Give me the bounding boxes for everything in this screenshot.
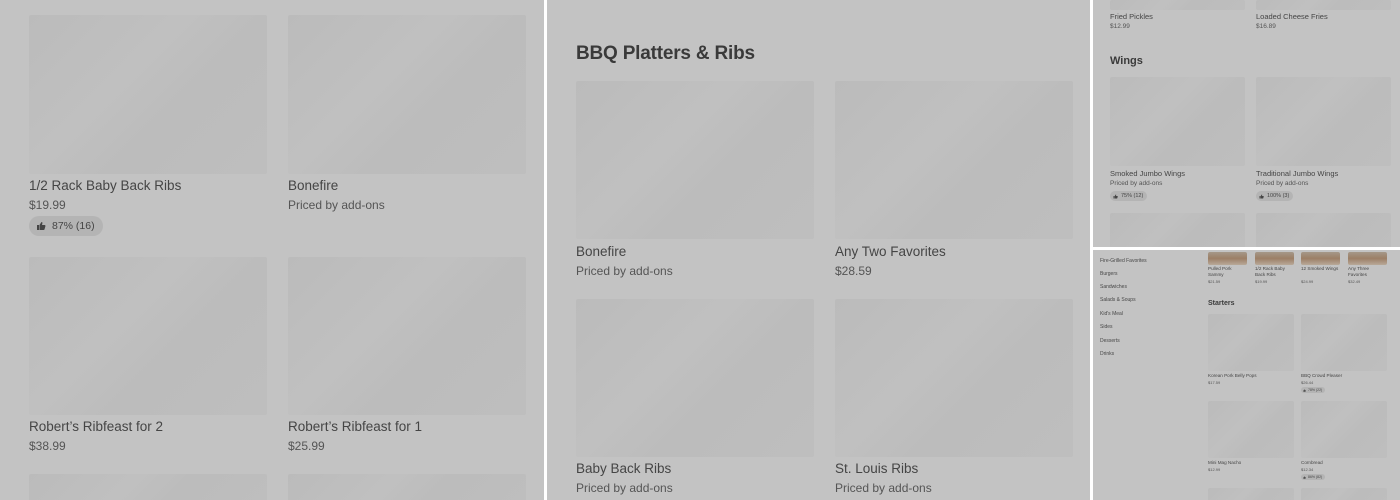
rating-badge: 78% (22) [1301, 387, 1326, 393]
item-image[interactable] [1256, 77, 1391, 166]
item-name[interactable]: BBQ Crowd Pleaser [1301, 373, 1342, 378]
item-image[interactable] [288, 257, 526, 415]
item-name[interactable]: Robert’s Ribfeast for 2 [29, 419, 163, 434]
item-name[interactable]: Korean Pork Belly Pops [1208, 373, 1257, 378]
sidebar-item[interactable]: Drinks [1100, 351, 1114, 357]
item-price: Priced by add-ons [288, 198, 385, 212]
item-image[interactable] [288, 15, 526, 174]
item-name[interactable]: 12 Smoked Wings [1301, 266, 1340, 272]
item-image[interactable] [1348, 252, 1387, 265]
rating-text: 100% (3) [1267, 193, 1290, 199]
item-price: Priced by add-ons [576, 264, 673, 278]
item-image[interactable] [1208, 401, 1294, 458]
item-name[interactable]: Baby Back Ribs [576, 461, 671, 476]
item-image[interactable] [1208, 252, 1247, 265]
item-price: $26.44 [1301, 380, 1314, 385]
thumbs-up-icon [1259, 194, 1264, 198]
sidebar-item[interactable]: Salads & Soups [1100, 297, 1136, 303]
item-price: Priced by add-ons [835, 481, 932, 495]
item-name[interactable]: Fried Pickles [1110, 12, 1153, 21]
item-price: $38.99 [29, 439, 66, 453]
item-price: $19.99 [29, 198, 66, 212]
item-price: $12.99 [1110, 23, 1130, 30]
section-title: BBQ Platters & Ribs [576, 43, 755, 64]
item-image[interactable] [1256, 213, 1391, 247]
item-name[interactable]: Loaded Cheese Fries [1256, 12, 1328, 21]
item-price: $16.89 [1256, 23, 1276, 30]
item-image[interactable] [1255, 252, 1294, 265]
item-image[interactable] [1208, 314, 1294, 371]
item-image[interactable] [835, 81, 1073, 239]
item-image[interactable] [1256, 0, 1391, 10]
rating-text: 78% (22) [1308, 388, 1323, 392]
item-image[interactable] [29, 257, 267, 415]
item-image[interactable] [29, 474, 267, 500]
thumbs-up-icon [1303, 388, 1306, 392]
item-image[interactable] [835, 299, 1073, 457]
item-name[interactable]: Pulled Pork Sammy [1208, 266, 1247, 277]
item-image[interactable] [1110, 213, 1245, 247]
rating-text: 75% (12) [1121, 193, 1144, 199]
item-price: $19.99 [1255, 279, 1268, 284]
item-price: $17.59 [1208, 380, 1221, 385]
section-title: Wings [1110, 55, 1143, 67]
thumbs-up-icon [1113, 194, 1118, 198]
item-name[interactable]: Cornbread [1301, 460, 1323, 465]
item-name[interactable]: 1/2 Rack Baby Back Ribs [29, 178, 181, 193]
item-image[interactable] [1208, 488, 1294, 500]
item-name[interactable]: Bonefire [576, 244, 626, 259]
sidebar-item[interactable]: Desserts [1100, 338, 1120, 344]
item-image[interactable] [1301, 314, 1387, 371]
item-name[interactable]: Mini Mag Nacho [1208, 460, 1241, 465]
sidebar-item[interactable]: Sandwiches [1100, 284, 1127, 290]
menu-panel-ribs: 1/2 Rack Baby Back Ribs $19.99 87% (16) … [0, 0, 544, 500]
sidebar-item[interactable]: Burgers [1100, 271, 1118, 277]
item-price: $12.99 [1208, 467, 1221, 472]
sidebar-item[interactable]: Sides [1100, 324, 1113, 330]
item-image[interactable] [288, 474, 526, 500]
item-price: Priced by add-ons [576, 481, 673, 495]
sidebar-item[interactable]: Fire-Grilled Favorites [1100, 258, 1147, 264]
item-name[interactable]: 1/2 Rack Baby Back Ribs [1255, 266, 1294, 277]
item-name[interactable]: Any Two Favorites [835, 244, 946, 259]
rating-badge: 87% (16) [29, 216, 103, 236]
item-image[interactable] [1110, 0, 1245, 10]
item-image[interactable] [1301, 401, 1387, 458]
rating-text: 86% (82) [1308, 475, 1323, 479]
thumbs-up-icon [37, 222, 46, 230]
item-price: $12.34 [1301, 467, 1314, 472]
item-price: $28.59 [835, 264, 872, 278]
rating-badge: 86% (82) [1301, 474, 1326, 480]
menu-panel-bbq-platters: BBQ Platters & Ribs Bonefire Priced by a… [547, 0, 1090, 500]
item-price: Priced by add-ons [1110, 180, 1163, 187]
item-name[interactable]: St. Louis Ribs [835, 461, 918, 476]
thumbs-up-icon [1303, 475, 1306, 479]
item-image[interactable] [1301, 488, 1387, 500]
item-image[interactable] [29, 15, 267, 174]
item-name[interactable]: Bonefire [288, 178, 338, 193]
item-image[interactable] [1301, 252, 1340, 265]
sidebar-item[interactable]: Kid's Meal [1100, 311, 1123, 317]
item-price: Priced by add-ons [1256, 180, 1309, 187]
item-price: $25.99 [288, 439, 325, 453]
rating-badge: 75% (12) [1110, 191, 1148, 201]
menu-panel-starters: Fire-Grilled Favorites Burgers Sandwiche… [1093, 250, 1400, 500]
item-name[interactable]: Robert’s Ribfeast for 1 [288, 419, 422, 434]
item-price: $21.59 [1208, 279, 1221, 284]
item-image[interactable] [1110, 77, 1245, 166]
rating-badge: 100% (3) [1256, 191, 1294, 201]
item-price: $32.49 [1348, 279, 1361, 284]
rating-text: 87% (16) [52, 220, 95, 232]
menu-panel-wings: Fried Pickles $12.99 Loaded Cheese Fries… [1093, 0, 1400, 247]
item-name[interactable]: Any Three Favorites [1348, 266, 1387, 277]
item-price: $24.99 [1301, 279, 1314, 284]
section-title: Starters [1208, 300, 1235, 307]
item-image[interactable] [576, 299, 814, 457]
item-name[interactable]: Traditional Jumbo Wings [1256, 169, 1338, 178]
item-image[interactable] [576, 81, 814, 239]
item-name[interactable]: Smoked Jumbo Wings [1110, 169, 1185, 178]
